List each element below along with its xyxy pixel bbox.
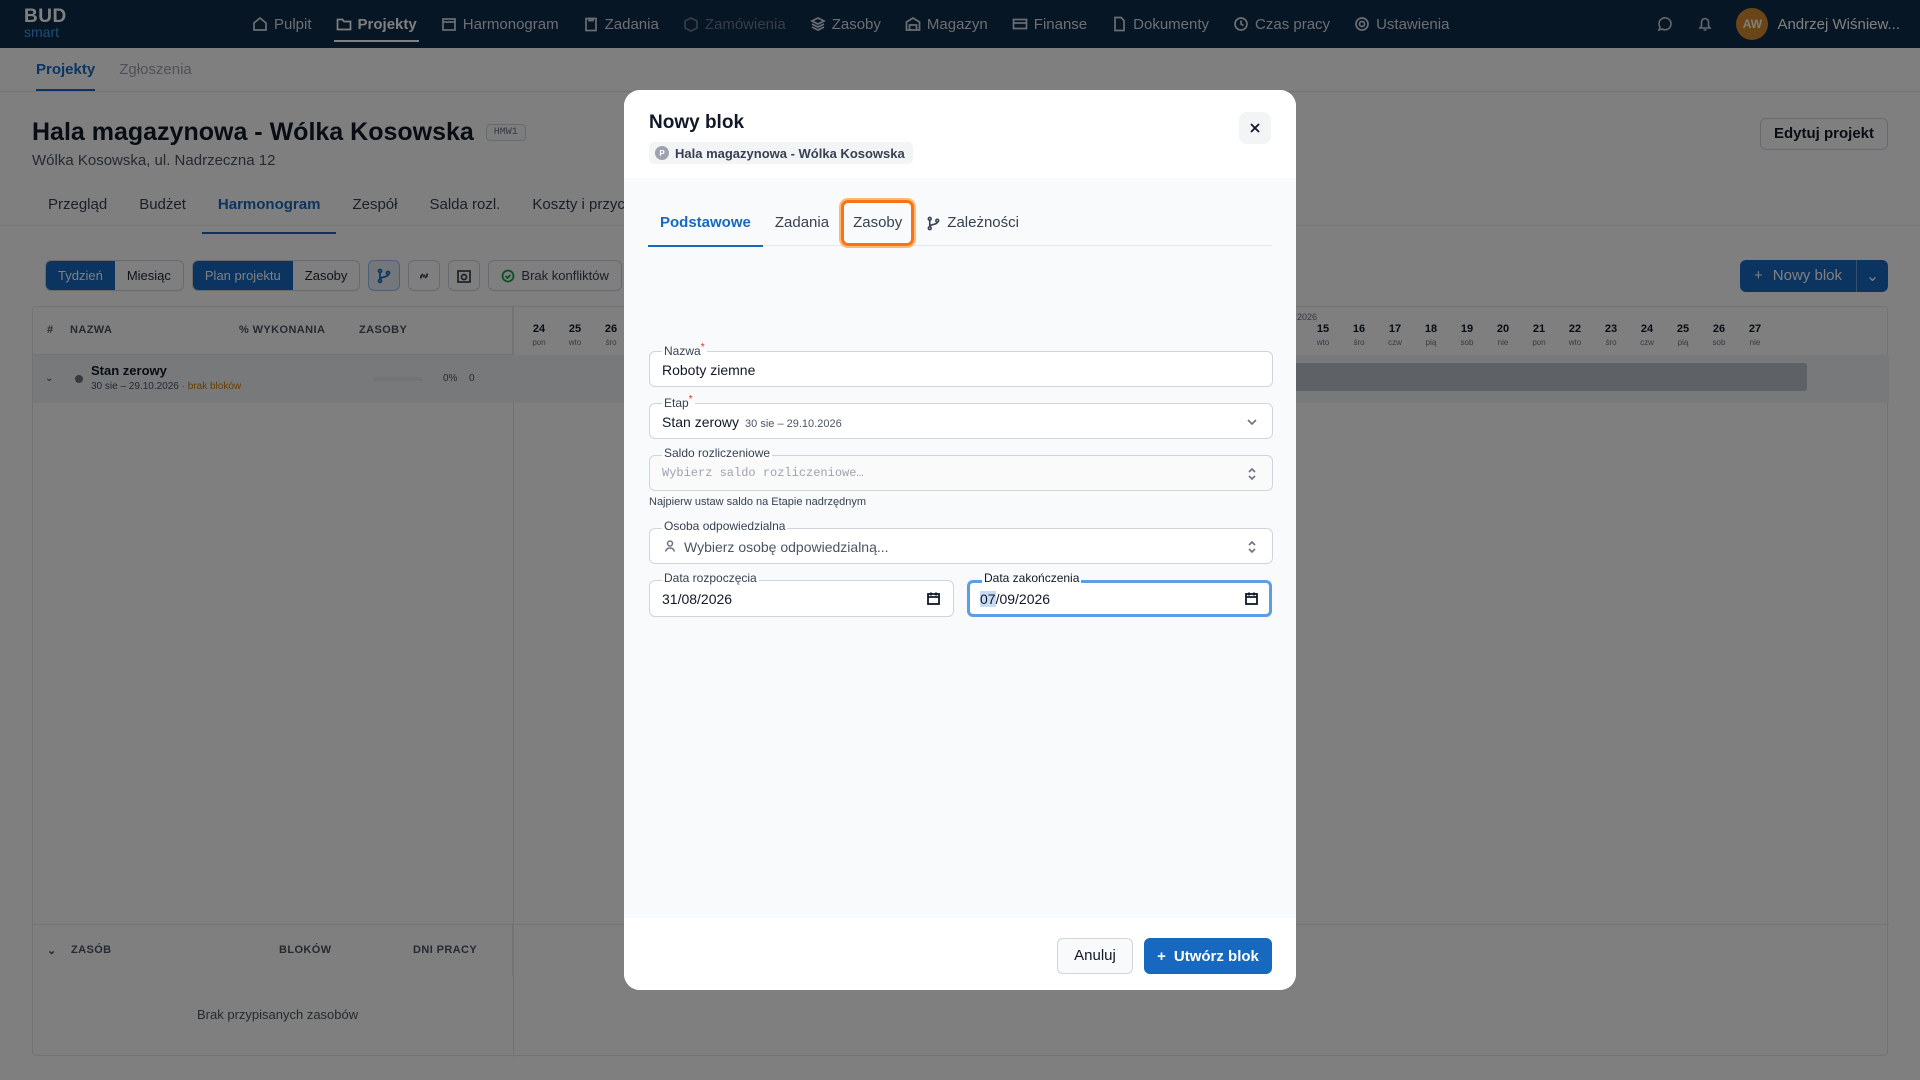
tab-zasoby[interactable]: Zasoby [841, 200, 915, 246]
chevron-down-icon [1246, 415, 1258, 427]
stage-value: Stan zerowy 30 sie – 29.10.2026 [662, 414, 842, 430]
name-field[interactable]: Nazwa* Roboty ziemne [649, 342, 1273, 387]
tab-label: Zależności [947, 214, 1019, 231]
updown-chevron-icon [1246, 540, 1258, 554]
close-icon [1250, 123, 1260, 133]
start-date-input[interactable]: Data rozpoczęcia 31/08/2026 [649, 571, 954, 617]
person-label: Osoba odpowiedzialna [662, 519, 788, 533]
calendar-icon[interactable] [926, 591, 941, 606]
modal-tabs: Podstawowe Zadania Zasoby Zależności [648, 200, 1272, 247]
balance-hint: Najpierw ustaw saldo na Etapie nadrzędny… [649, 496, 867, 508]
end-date-label: Data zakończenia [982, 571, 1082, 585]
start-date-label: Data rozpoczęcia [662, 571, 759, 585]
stage-select[interactable]: Etap* Stan zerowy 30 sie – 29.10.2026 [649, 394, 1273, 439]
person-placeholder: Wybierz osobę odpowiedzialną... [684, 539, 889, 555]
balance-label: Saldo rozliczeniowe [662, 446, 773, 460]
name-label: Nazwa* [662, 342, 707, 358]
tab-zaleznosci[interactable]: Zależności [914, 200, 1031, 246]
create-block-button[interactable]: + Utwórz blok [1144, 938, 1272, 974]
modal-title: Nowy blok [649, 112, 745, 133]
project-chip: P Hala magazynowa - Wólka Kosowska [649, 142, 913, 164]
modal-body: Podstawowe Zadania Zasoby Zależności Naz… [624, 178, 1296, 918]
close-button[interactable] [1239, 112, 1271, 144]
person-select[interactable]: Osoba odpowiedzialna Wybierz osobę odpow… [649, 519, 1273, 564]
balance-select: Saldo rozliczeniowe Wybierz saldo rozlic… [649, 446, 1273, 491]
stage-label: Etap* [662, 394, 695, 410]
end-date-input[interactable]: Data zakończenia 07/09/2026 [967, 571, 1272, 617]
cancel-button[interactable]: Anuluj [1057, 938, 1133, 974]
balance-placeholder: Wybierz saldo rozliczeniowe… [662, 466, 864, 480]
plus-icon: + [1157, 947, 1166, 965]
branch-icon [927, 216, 940, 230]
end-date-value: 07/09/2026 [980, 591, 1051, 607]
tab-podstawowe[interactable]: Podstawowe [648, 200, 763, 247]
new-block-modal: Nowy blok P Hala magazynowa - Wólka Kosow… [624, 90, 1296, 990]
tab-zadania[interactable]: Zadania [763, 200, 841, 246]
name-value: Roboty ziemne [662, 362, 756, 378]
user-icon [663, 539, 677, 553]
project-chip-icon: P [655, 146, 669, 160]
start-date-value: 31/08/2026 [662, 591, 733, 607]
updown-chevron-icon [1246, 467, 1258, 481]
project-chip-label: Hala magazynowa - Wólka Kosowska [675, 145, 905, 161]
calendar-icon[interactable] [1244, 591, 1259, 606]
create-label: Utwórz blok [1173, 947, 1259, 965]
modal-header: Nowy blok P Hala magazynowa - Wólka Kosow… [624, 90, 1296, 178]
